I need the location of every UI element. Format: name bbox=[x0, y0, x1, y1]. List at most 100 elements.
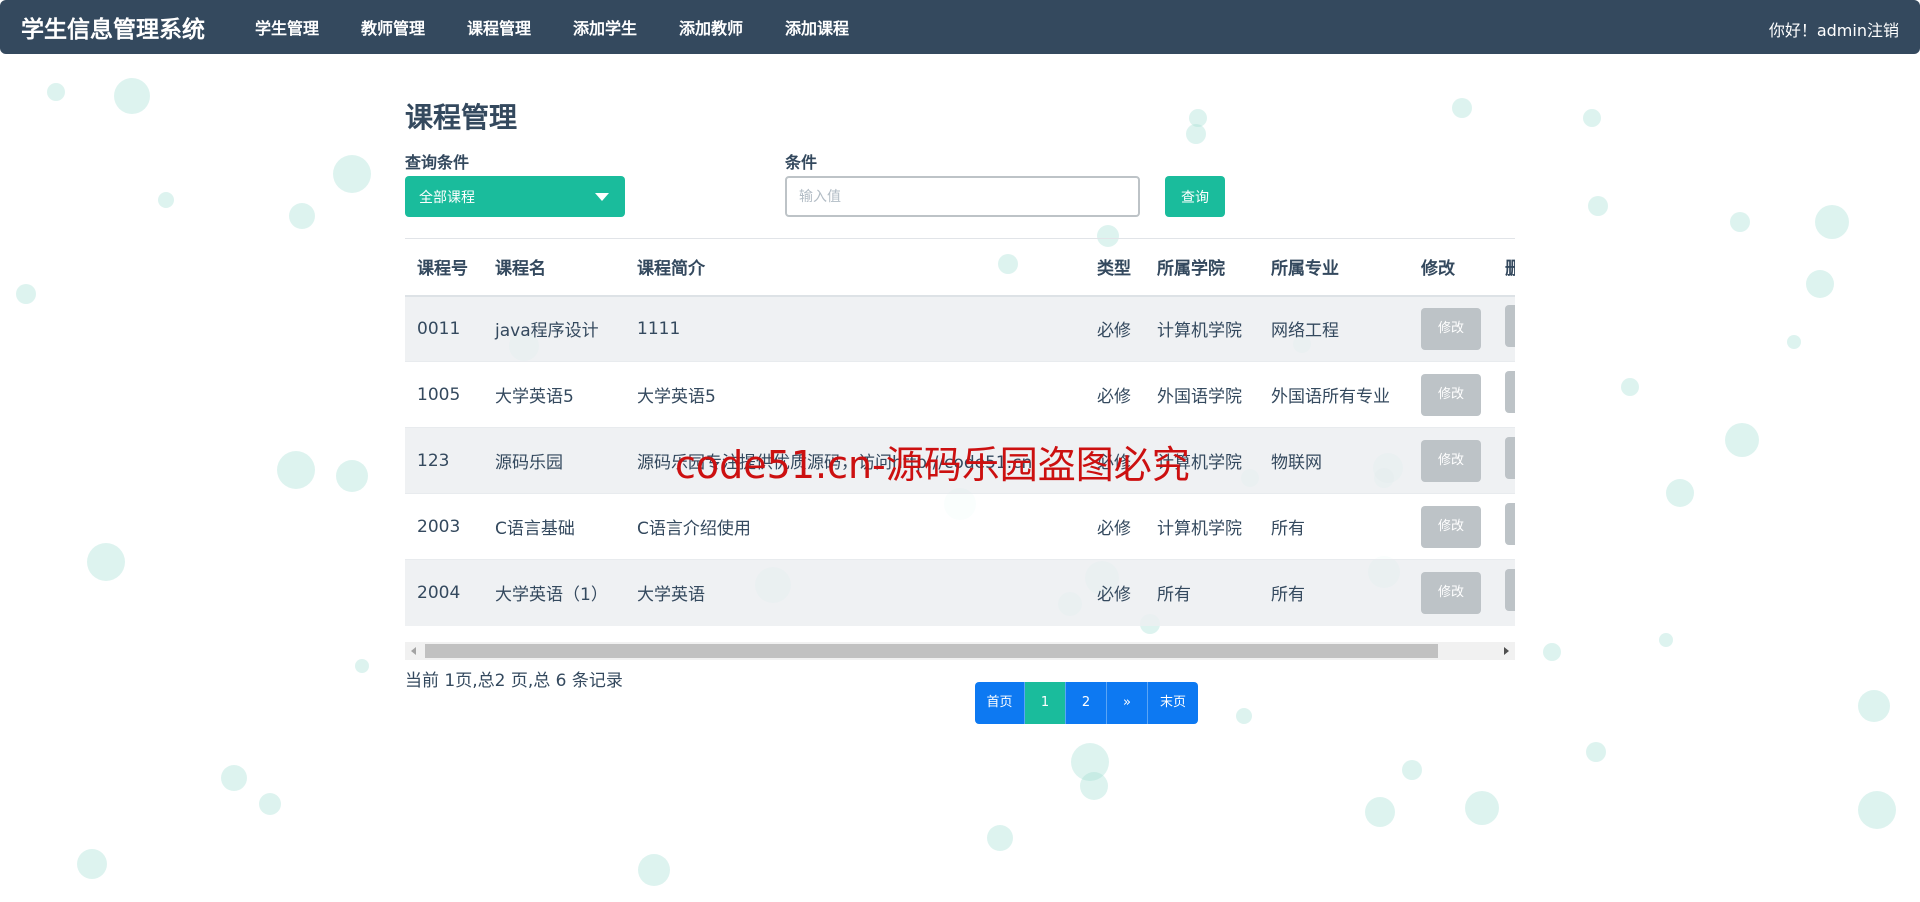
nav-student-management[interactable]: 学生管理 bbox=[255, 15, 361, 39]
page-1-button[interactable]: 1 bbox=[1025, 682, 1066, 724]
course-table: 课程号 课程名 课程简介 类型 所属学院 所属专业 修改 删 0011 java… bbox=[405, 238, 1515, 626]
edit-button[interactable]: 修改 bbox=[1421, 571, 1481, 614]
last-page-button[interactable]: 末页 bbox=[1148, 682, 1198, 724]
cell-course-desc: C语言介绍使用 bbox=[625, 493, 1085, 560]
background-bubble bbox=[1730, 212, 1750, 232]
cell-course-name: java程序设计 bbox=[483, 295, 625, 362]
edit-button[interactable]: 修改 bbox=[1421, 505, 1481, 548]
scrollbar-thumb[interactable] bbox=[425, 644, 1438, 658]
background-bubble bbox=[47, 83, 65, 101]
user-info: 你好！admin注销 bbox=[1769, 17, 1899, 41]
next-page-button[interactable]: » bbox=[1107, 682, 1148, 724]
background-bubble bbox=[87, 543, 125, 581]
username-text: admin bbox=[1816, 21, 1867, 40]
delete-button[interactable] bbox=[1505, 503, 1515, 545]
background-bubble bbox=[1621, 378, 1639, 396]
nav-add-teacher[interactable]: 添加教师 bbox=[679, 15, 785, 39]
background-bubble bbox=[1080, 772, 1108, 800]
delete-button[interactable] bbox=[1505, 371, 1515, 413]
cell-edit: 修改 bbox=[1409, 361, 1493, 428]
header-delete: 删 bbox=[1493, 238, 1515, 297]
cell-college: 计算机学院 bbox=[1145, 493, 1259, 560]
background-bubble bbox=[277, 451, 315, 489]
delete-button[interactable] bbox=[1505, 437, 1515, 479]
background-bubble bbox=[289, 203, 315, 229]
background-bubble bbox=[1452, 98, 1472, 118]
page-title: 课程管理 bbox=[405, 101, 518, 134]
query-button[interactable]: 查询 bbox=[1165, 176, 1225, 217]
cell-delete bbox=[1493, 361, 1515, 428]
edit-button[interactable]: 修改 bbox=[1421, 439, 1481, 482]
background-bubble bbox=[114, 78, 150, 114]
background-bubble bbox=[1236, 708, 1252, 724]
background-bubble bbox=[259, 793, 281, 815]
nav-add-student[interactable]: 添加学生 bbox=[573, 15, 679, 39]
scroll-left-icon[interactable] bbox=[411, 647, 416, 655]
background-bubble bbox=[1402, 760, 1422, 780]
condition-input[interactable] bbox=[785, 176, 1140, 217]
cell-course-name: C语言基础 bbox=[483, 493, 625, 560]
background-bubble bbox=[1465, 791, 1499, 825]
background-bubble bbox=[355, 659, 369, 673]
cell-edit: 修改 bbox=[1409, 427, 1493, 494]
greeting-text: 你好！ bbox=[1768, 21, 1817, 40]
page-2-button[interactable]: 2 bbox=[1066, 682, 1107, 724]
table-row: 0011 java程序设计 1111 必修 计算机学院 网络工程 修改 bbox=[405, 295, 1515, 362]
background-bubble bbox=[1186, 124, 1206, 144]
cell-course-desc: 大学英语5 bbox=[625, 361, 1085, 428]
delete-button[interactable] bbox=[1505, 305, 1515, 348]
background-bubble bbox=[1583, 109, 1601, 127]
background-bubble bbox=[1666, 479, 1694, 507]
logout-link[interactable]: 注销 bbox=[1867, 21, 1899, 40]
cell-major: 物联网 bbox=[1259, 427, 1409, 494]
cell-delete bbox=[1493, 427, 1515, 494]
cell-college: 所有 bbox=[1145, 559, 1259, 626]
cell-major: 网络工程 bbox=[1259, 295, 1409, 362]
course-filter-select[interactable]: 全部课程 bbox=[405, 176, 625, 217]
delete-button[interactable] bbox=[1505, 569, 1515, 612]
pagination-info: 当前 1页,总2 页,总 6 条记录 bbox=[405, 671, 623, 691]
background-bubble bbox=[987, 825, 1013, 851]
table-row: 1005 大学英语5 大学英语5 必修 外国语学院 外国语所有专业 修改 bbox=[405, 361, 1515, 428]
top-navbar: 学生信息管理系统 学生管理 教师管理 课程管理 添加学生 添加教师 添加课程 你… bbox=[0, 0, 1920, 54]
watermark-text: code51.cn-源码乐园盗图必究 bbox=[675, 443, 1190, 487]
background-bubble bbox=[1659, 633, 1673, 647]
header-course-type: 类型 bbox=[1085, 238, 1145, 297]
background-bubble bbox=[1543, 643, 1561, 661]
header-course-id: 课程号 bbox=[405, 238, 483, 297]
edit-button[interactable]: 修改 bbox=[1421, 373, 1481, 416]
table-row: 2004 大学英语（1） 大学英语 必修 所有 所有 修改 bbox=[405, 559, 1515, 626]
table-row: 2003 C语言基础 C语言介绍使用 必修 计算机学院 所有 修改 bbox=[405, 493, 1515, 560]
select-value: 全部课程 bbox=[419, 190, 475, 206]
cell-major: 外国语所有专业 bbox=[1259, 361, 1409, 428]
cell-edit: 修改 bbox=[1409, 559, 1493, 626]
cell-course-type: 必修 bbox=[1085, 361, 1145, 428]
edit-button[interactable]: 修改 bbox=[1421, 307, 1481, 350]
background-bubble bbox=[336, 460, 368, 492]
scroll-right-icon[interactable] bbox=[1504, 647, 1509, 655]
horizontal-scrollbar[interactable] bbox=[405, 642, 1515, 660]
header-course-name: 课程名 bbox=[483, 238, 625, 297]
cell-course-name: 源码乐园 bbox=[483, 427, 625, 494]
first-page-button[interactable]: 首页 bbox=[975, 682, 1025, 724]
cell-delete bbox=[1493, 559, 1515, 626]
cell-course-name: 大学英语5 bbox=[483, 361, 625, 428]
nav-course-management[interactable]: 课程管理 bbox=[467, 15, 573, 39]
cell-delete bbox=[1493, 493, 1515, 560]
cell-course-type: 必修 bbox=[1085, 559, 1145, 626]
app-brand[interactable]: 学生信息管理系统 bbox=[21, 10, 255, 44]
cell-edit: 修改 bbox=[1409, 493, 1493, 560]
condition-label: 条件 bbox=[785, 153, 818, 172]
background-bubble bbox=[221, 765, 247, 791]
nav-teacher-management[interactable]: 教师管理 bbox=[361, 15, 467, 39]
cell-course-name: 大学英语（1） bbox=[483, 559, 625, 626]
cell-course-id: 2004 bbox=[405, 559, 483, 626]
nav-links: 学生管理 教师管理 课程管理 添加学生 添加教师 添加课程 bbox=[255, 15, 891, 39]
nav-add-course[interactable]: 添加课程 bbox=[785, 15, 891, 39]
background-bubble bbox=[333, 155, 371, 193]
header-course-desc: 课程简介 bbox=[625, 238, 1085, 297]
header-edit: 修改 bbox=[1409, 238, 1493, 297]
background-bubble bbox=[1787, 335, 1801, 349]
background-bubble bbox=[158, 192, 174, 208]
background-bubble bbox=[1588, 196, 1608, 216]
